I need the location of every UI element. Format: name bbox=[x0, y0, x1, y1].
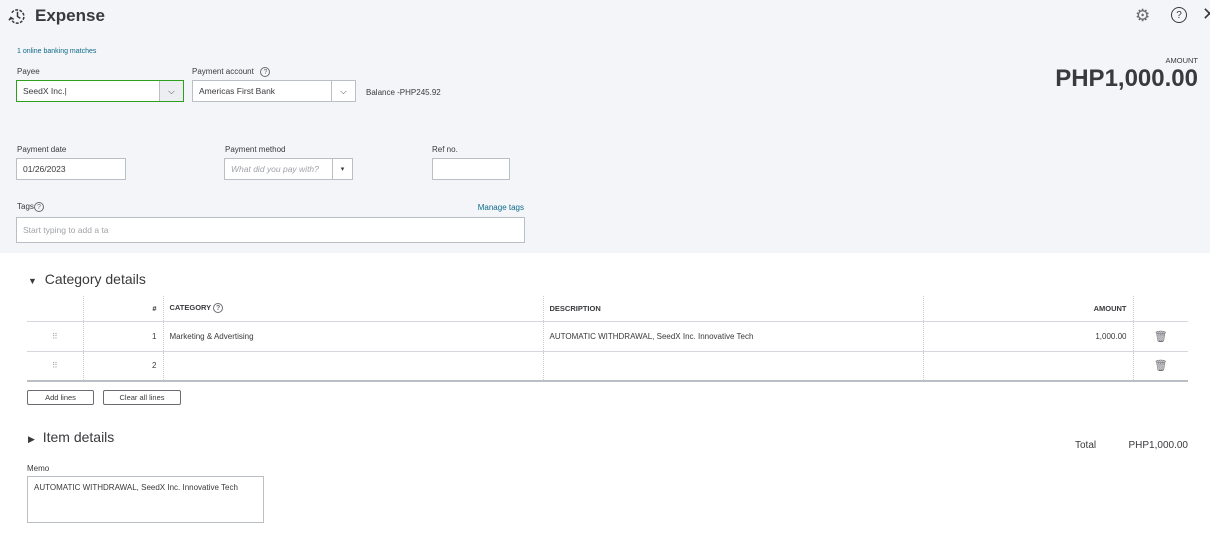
row-number: 1 bbox=[82, 321, 163, 352]
chevron-down-icon[interactable]: ⌵ bbox=[159, 81, 183, 101]
drag-handle-icon[interactable]: ⠿ bbox=[27, 351, 83, 382]
help-icon[interactable]: ? bbox=[33, 202, 44, 212]
row-number: 2 bbox=[82, 351, 163, 382]
category-cell[interactable]: Marketing & Advertising bbox=[162, 321, 543, 352]
col-amount: AMOUNT bbox=[922, 296, 1133, 322]
trash-icon[interactable]: 🗑 bbox=[1132, 351, 1188, 382]
payee-input[interactable]: SeedX Inc. | ⌵ bbox=[16, 80, 184, 102]
amount-label: AMOUNT bbox=[1165, 56, 1199, 65]
settings-gear-icon[interactable]: ⚙ bbox=[1135, 6, 1150, 26]
online-banking-matches-link[interactable]: 1 online banking matches bbox=[17, 48, 96, 55]
trash-icon[interactable]: 🗑 bbox=[1132, 321, 1188, 352]
account-balance: Balance -PHP245.92 bbox=[366, 88, 441, 97]
item-details-toggle[interactable]: ▶ Item details bbox=[28, 429, 114, 445]
col-description: DESCRIPTION bbox=[542, 296, 923, 322]
memo-label: Memo bbox=[27, 464, 50, 473]
payment-date-label: Payment date bbox=[17, 145, 67, 154]
help-icon[interactable]: ? bbox=[213, 303, 224, 314]
close-icon[interactable]: ✕ bbox=[1202, 4, 1210, 25]
payment-method-placeholder: What did you pay with? bbox=[231, 164, 319, 174]
clear-all-lines-button[interactable]: Clear all lines bbox=[103, 390, 181, 405]
manage-tags-link[interactable]: Manage tags bbox=[478, 203, 524, 212]
item-details-title: Item details bbox=[42, 429, 115, 445]
payment-account-value: Americas First Bank bbox=[199, 86, 276, 96]
table-row[interactable]: ⠿ 2 🗑 bbox=[27, 351, 1188, 382]
expense-history-icon bbox=[8, 9, 25, 24]
memo-textarea[interactable]: AUTOMATIC WITHDRAWAL, SeedX Inc. Innovat… bbox=[27, 476, 264, 523]
tags-placeholder: Start typing to add a ta bbox=[23, 225, 109, 235]
payee-value: SeedX Inc. bbox=[23, 86, 65, 96]
page-title: Expense bbox=[35, 6, 105, 25]
payment-account-select[interactable]: Americas First Bank ⌵ bbox=[192, 80, 356, 102]
tags-label: Tags? bbox=[17, 202, 44, 212]
col-category: CATEGORY ? bbox=[162, 296, 543, 322]
payee-label: Payee bbox=[17, 67, 40, 76]
tags-input[interactable]: Start typing to add a ta bbox=[16, 217, 525, 243]
total-label: Total bbox=[1075, 440, 1097, 451]
caret-right-icon: ▶ bbox=[28, 434, 35, 444]
drag-handle-icon[interactable]: ⠿ bbox=[27, 321, 83, 352]
caret-down-icon: ▼ bbox=[28, 276, 37, 286]
payment-date-input[interactable]: 01/26/2023 bbox=[16, 158, 126, 180]
amount-cell[interactable] bbox=[922, 351, 1133, 382]
header-panel bbox=[0, 0, 1210, 253]
amount-cell[interactable]: 1,000.00 bbox=[922, 321, 1133, 352]
total-value: PHP1,000.00 bbox=[1128, 440, 1189, 451]
description-cell[interactable] bbox=[542, 351, 923, 382]
caret-down-icon[interactable]: ▾ bbox=[332, 159, 352, 179]
payment-account-label: Payment account ? bbox=[192, 67, 271, 77]
chevron-down-icon[interactable]: ⌵ bbox=[331, 81, 355, 101]
category-cell[interactable] bbox=[162, 351, 543, 382]
table-row[interactable]: ⠿ 1 Marketing & Advertising AUTOMATIC WI… bbox=[27, 321, 1188, 352]
category-details-toggle[interactable]: ▼ Category details bbox=[28, 271, 146, 287]
category-details-title: Category details bbox=[44, 271, 146, 287]
category-table: # CATEGORY ? DESCRIPTION AMOUNT ⠿ 1 Mark… bbox=[27, 296, 1188, 382]
ref-no-label: Ref no. bbox=[432, 145, 458, 154]
add-lines-button[interactable]: Add lines bbox=[27, 390, 94, 405]
help-icon[interactable]: ? bbox=[260, 67, 271, 77]
col-number: # bbox=[82, 296, 163, 322]
payment-method-label: Payment method bbox=[225, 145, 286, 154]
ref-no-input[interactable] bbox=[432, 158, 510, 180]
help-icon[interactable]: ? bbox=[1171, 7, 1187, 23]
table-header: # CATEGORY ? DESCRIPTION AMOUNT bbox=[27, 296, 1188, 322]
header-amount: PHP1,000.00 bbox=[1055, 65, 1198, 92]
payment-method-select[interactable]: What did you pay with? ▾ bbox=[224, 158, 353, 180]
description-cell[interactable]: AUTOMATIC WITHDRAWAL, SeedX Inc. Innovat… bbox=[542, 321, 923, 352]
